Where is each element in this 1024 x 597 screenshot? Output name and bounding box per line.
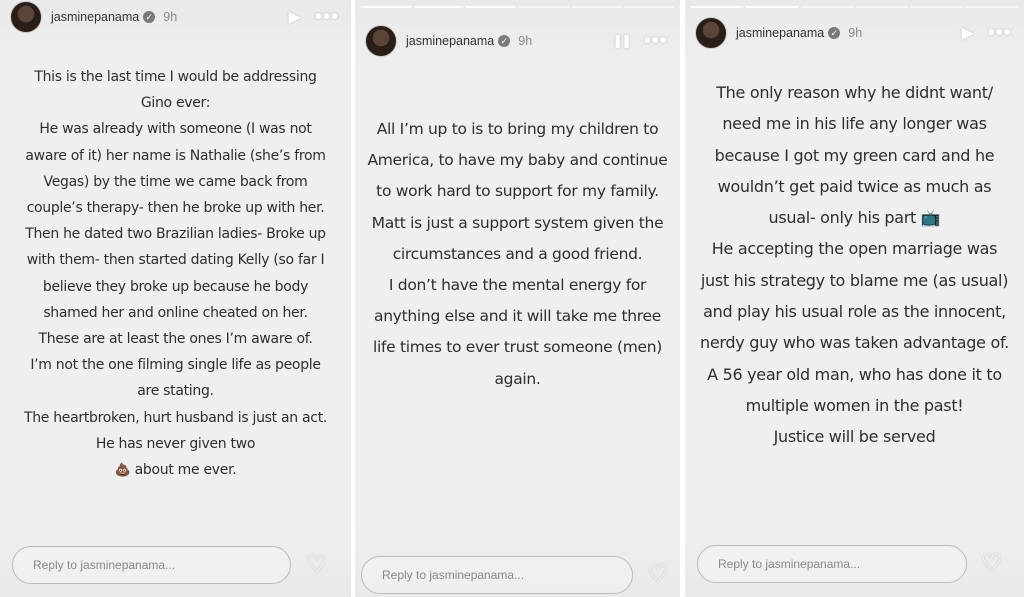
- heart-icon[interactable]: ♡: [981, 549, 1003, 578]
- play-icon[interactable]: ▶: [962, 23, 974, 43]
- story-text-end: about me ever.: [130, 462, 237, 479]
- play-icon[interactable]: ▶: [289, 7, 301, 27]
- progress-bar: [691, 6, 1018, 8]
- more-options-icon[interactable]: •••: [644, 30, 668, 53]
- progress-segment: [746, 6, 798, 8]
- poop-emoji-icon: 💩: [114, 463, 131, 479]
- reply-input[interactable]: Reply to jasminepanama...: [361, 556, 633, 594]
- progress-segment: [361, 6, 411, 8]
- progress-segment: [519, 6, 569, 8]
- progress-segment: [624, 6, 675, 8]
- progress-segment: [856, 6, 908, 8]
- progress-bar: [361, 6, 675, 8]
- progress-segment: [413, 6, 464, 8]
- verified-badge-icon: ✓: [828, 27, 841, 39]
- story-header: jasminepanama ✓ 9h ▶ •••: [10, 1, 339, 33]
- story-text: This is the last time I would be address…: [0, 64, 351, 484]
- username[interactable]: jasminepanama: [51, 10, 139, 24]
- avatar[interactable]: [695, 17, 727, 49]
- timestamp: 9h: [848, 26, 863, 40]
- heart-icon[interactable]: ♡: [306, 550, 328, 579]
- story-text-body: The only reason why he didnt want/ need …: [700, 83, 1009, 447]
- progress-segment: [801, 6, 853, 8]
- timestamp: 9h: [163, 10, 178, 24]
- progress-segment: [466, 6, 517, 8]
- story-text-body: This is the last time I would be address…: [23, 69, 328, 452]
- avatar[interactable]: [10, 1, 42, 33]
- heart-icon[interactable]: ♡: [647, 560, 669, 589]
- story-panel-2[interactable]: jasminepanama ✓ 9h ❚❚ ••• All I’m up to …: [355, 0, 680, 597]
- verified-badge-icon: ✓: [143, 11, 156, 23]
- pause-icon[interactable]: ❚❚: [612, 33, 632, 49]
- verified-badge-icon: ✓: [498, 35, 511, 47]
- progress-segment: [911, 6, 963, 8]
- story-header: jasminepanama ✓ 9h ❚❚ •••: [365, 25, 668, 57]
- reply-input[interactable]: Reply to jasminepanama...: [697, 545, 967, 583]
- story-panel-3[interactable]: jasminepanama ✓ 9h ▶ ••• The only reason…: [685, 0, 1024, 597]
- progress-segment: [966, 6, 1018, 8]
- story-text: All I’m up to is to bring my children to…: [355, 114, 680, 395]
- avatar[interactable]: [365, 25, 397, 57]
- progress-segment: [571, 6, 622, 8]
- story-panel-1[interactable]: jasminepanama ✓ 9h ▶ ••• This is the las…: [0, 0, 351, 597]
- username[interactable]: jasminepanama: [736, 26, 824, 40]
- more-options-icon[interactable]: •••: [315, 6, 339, 29]
- reply-input[interactable]: Reply to jasminepanama...: [12, 546, 291, 584]
- story-header: jasminepanama ✓ 9h ▶ •••: [695, 17, 1012, 49]
- story-text: The only reason why he didnt want/ need …: [685, 77, 1024, 453]
- progress-segment: [691, 6, 743, 8]
- story-text-body: All I’m up to is to bring my children to…: [367, 120, 668, 388]
- timestamp: 9h: [518, 34, 533, 48]
- more-options-icon[interactable]: •••: [988, 22, 1012, 45]
- username[interactable]: jasminepanama: [406, 34, 494, 48]
